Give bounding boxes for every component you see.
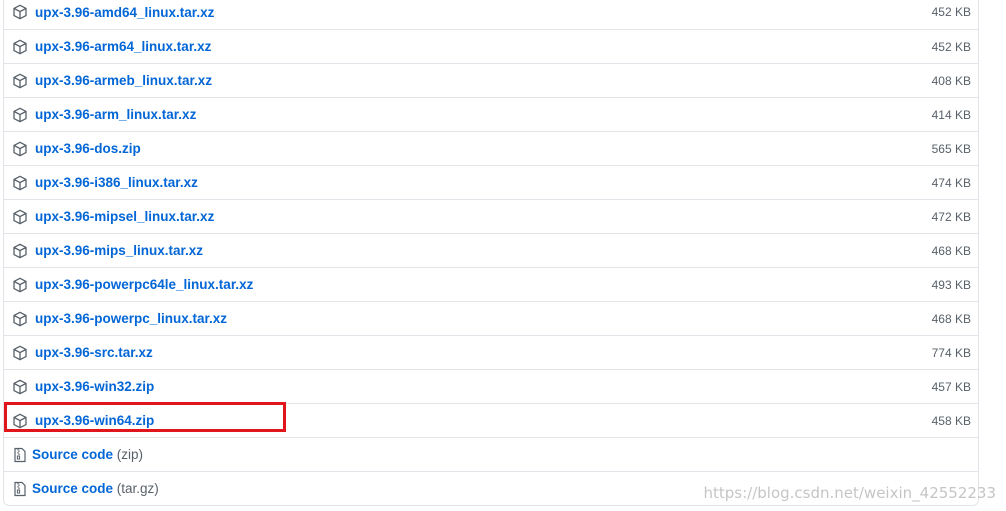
asset-link[interactable]: upx-3.96-mips_linux.tar.xz: [35, 243, 203, 258]
asset-link[interactable]: upx-3.96-arm_linux.tar.xz: [35, 107, 196, 122]
package-icon: [12, 311, 28, 327]
source-code-zip-link[interactable]: Source code (zip): [32, 447, 143, 462]
source-code-format: (zip): [116, 447, 144, 462]
asset-size: 468 KB: [931, 243, 971, 258]
asset-row-mipsel-linux: upx-3.96-mipsel_linux.tar.xz 472 KB: [4, 199, 978, 233]
asset-size: 474 KB: [931, 175, 971, 190]
asset-size: 565 KB: [931, 141, 971, 156]
package-icon: [12, 4, 28, 20]
file-zip-icon: [12, 481, 28, 497]
asset-link[interactable]: upx-3.96-win64.zip: [35, 413, 154, 428]
package-icon: [12, 175, 28, 191]
package-icon: [12, 379, 28, 395]
source-code-label: Source code: [32, 447, 114, 462]
asset-row-armeb-linux: upx-3.96-armeb_linux.tar.xz 408 KB: [4, 63, 978, 97]
watermark: https://blog.csdn.net/weixin_42552233: [703, 484, 996, 502]
asset-size: 452 KB: [931, 39, 971, 54]
asset-link[interactable]: upx-3.96-powerpc_linux.tar.xz: [35, 311, 227, 326]
asset-size: 458 KB: [931, 413, 971, 428]
package-icon: [12, 141, 28, 157]
asset-link[interactable]: upx-3.96-win32.zip: [35, 379, 154, 394]
source-code-label: Source code: [32, 481, 114, 496]
source-code-zip-row: Source code (zip): [4, 437, 978, 471]
package-icon: [12, 73, 28, 89]
package-icon: [12, 243, 28, 259]
package-icon: [12, 413, 28, 429]
asset-row-arm-linux: upx-3.96-arm_linux.tar.xz 414 KB: [4, 97, 978, 131]
asset-link[interactable]: upx-3.96-amd64_linux.tar.xz: [35, 5, 214, 20]
asset-link[interactable]: upx-3.96-dos.zip: [35, 141, 141, 156]
asset-size: 493 KB: [931, 277, 971, 292]
asset-link[interactable]: upx-3.96-powerpc64le_linux.tar.xz: [35, 277, 253, 292]
asset-row-win64: upx-3.96-win64.zip 458 KB: [4, 403, 978, 437]
package-icon: [12, 39, 28, 55]
asset-size: 472 KB: [931, 209, 971, 224]
file-zip-icon: [12, 447, 28, 463]
asset-row-amd64-linux: upx-3.96-amd64_linux.tar.xz 452 KB: [4, 0, 978, 29]
asset-size: 452 KB: [931, 5, 971, 19]
package-icon: [12, 209, 28, 225]
asset-row-i386-linux: upx-3.96-i386_linux.tar.xz 474 KB: [4, 165, 978, 199]
asset-row-powerpc64le-linux: upx-3.96-powerpc64le_linux.tar.xz 493 KB: [4, 267, 978, 301]
asset-link[interactable]: upx-3.96-mipsel_linux.tar.xz: [35, 209, 214, 224]
source-code-targz-link[interactable]: Source code (tar.gz): [32, 481, 159, 496]
asset-size: 414 KB: [931, 107, 971, 122]
release-assets-list: upx-3.96-amd64_linux.tar.xz 452 KB upx-3…: [3, 0, 979, 506]
asset-size: 468 KB: [931, 311, 971, 326]
package-icon: [12, 277, 28, 293]
package-icon: [12, 107, 28, 123]
asset-row-arm64-linux: upx-3.96-arm64_linux.tar.xz 452 KB: [4, 29, 978, 63]
asset-row-src: upx-3.96-src.tar.xz 774 KB: [4, 335, 978, 369]
asset-size: 774 KB: [931, 345, 971, 360]
package-icon: [12, 345, 28, 361]
asset-link[interactable]: upx-3.96-armeb_linux.tar.xz: [35, 73, 212, 88]
asset-row-dos: upx-3.96-dos.zip 565 KB: [4, 131, 978, 165]
asset-row-mips-linux: upx-3.96-mips_linux.tar.xz 468 KB: [4, 233, 978, 267]
asset-row-powerpc-linux: upx-3.96-powerpc_linux.tar.xz 468 KB: [4, 301, 978, 335]
asset-size: 457 KB: [931, 379, 971, 394]
asset-row-win32: upx-3.96-win32.zip 457 KB: [4, 369, 978, 403]
asset-link[interactable]: upx-3.96-i386_linux.tar.xz: [35, 175, 198, 190]
asset-link[interactable]: upx-3.96-src.tar.xz: [35, 345, 153, 360]
asset-size: 408 KB: [931, 73, 971, 88]
asset-link[interactable]: upx-3.96-arm64_linux.tar.xz: [35, 39, 211, 54]
source-code-format: (tar.gz): [116, 481, 159, 496]
